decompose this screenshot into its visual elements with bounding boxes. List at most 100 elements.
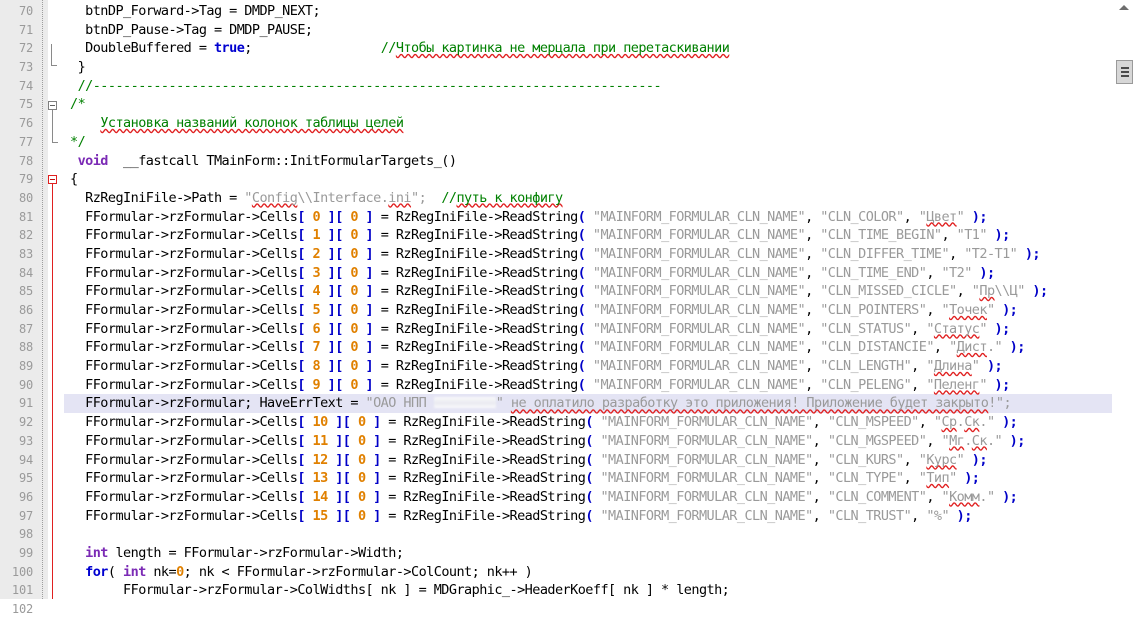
fold-toggle-button[interactable] bbox=[48, 100, 57, 110]
code-token: ( bbox=[577, 358, 593, 375]
code-line[interactable]: FFormular->rzFormular->Cells[ 4 ][ 0 ] =… bbox=[64, 282, 1112, 301]
code-line[interactable]: void __fastcall TMainForm::InitFormularT… bbox=[64, 152, 1112, 171]
code-token: [ bbox=[297, 432, 313, 449]
code-token: ); bbox=[986, 376, 1011, 393]
code-token: "ОАО НПП bbox=[365, 395, 434, 412]
code-token: " bbox=[926, 358, 934, 375]
line-number: 97 bbox=[18, 508, 33, 523]
code-token: , bbox=[911, 376, 927, 393]
code-line[interactable]: FFormular->rzFormular->Cells[ 15 ][ 0 ] … bbox=[64, 507, 1112, 526]
code-token: 4 bbox=[312, 283, 321, 300]
code-token: " bbox=[979, 320, 987, 337]
code-token: ( bbox=[585, 414, 601, 431]
code-token: , bbox=[805, 264, 821, 281]
right-scroll-column[interactable] bbox=[1112, 0, 1136, 599]
code-token: FFormular->rzFormular->Cells bbox=[70, 283, 298, 300]
code-token: , bbox=[933, 339, 950, 356]
code-line[interactable]: */ bbox=[64, 133, 1112, 152]
code-line[interactable]: FFormular->rzFormular->Cells[ 6 ][ 0 ] =… bbox=[64, 320, 1112, 339]
code-token: ] bbox=[357, 264, 374, 281]
line-number: 87 bbox=[18, 321, 33, 336]
code-line[interactable]: btnDP_Forward->Tag = DMDP_NEXT; bbox=[64, 2, 1112, 21]
code-line[interactable]: FFormular->rzFormular->Cells[ 12 ][ 0 ] … bbox=[64, 451, 1112, 470]
code-line[interactable] bbox=[64, 525, 1112, 544]
code-line[interactable]: FFormular->rzFormular->Cells[ 13 ][ 0 ] … bbox=[64, 469, 1112, 488]
scroll-up-arrow-icon[interactable] bbox=[1119, 5, 1129, 10]
code-token: "MAINFORM_FORMULAR_CLN_NAME" bbox=[592, 264, 806, 281]
code-token: не оплатило разработку это приложения! П… bbox=[510, 395, 989, 412]
code-token: FFormular->rzFormular->Cells bbox=[70, 208, 298, 225]
code-token: " bbox=[495, 395, 511, 412]
code-line[interactable]: FFormular->rzFormular->Cells[ 10 ][ 0 ] … bbox=[64, 413, 1112, 432]
code-line[interactable]: Установка названий колонок таблицы целей bbox=[64, 114, 1112, 133]
code-line[interactable]: for( int nk=0; nk < FFormular->rzFormula… bbox=[64, 563, 1112, 582]
code-line[interactable]: RzRegIniFile->Path = "Config\\Interface.… bbox=[64, 189, 1112, 208]
code-token: ); bbox=[994, 414, 1018, 431]
code-token: , bbox=[805, 339, 821, 356]
code-token: 0 bbox=[312, 208, 321, 225]
code-line[interactable]: /* bbox=[64, 95, 1112, 114]
code-token: , bbox=[812, 451, 828, 468]
code-line[interactable]: } bbox=[64, 58, 1112, 77]
code-token: , bbox=[812, 470, 828, 487]
code-token: { bbox=[70, 171, 78, 188]
code-token: 0 bbox=[357, 414, 366, 431]
code-folding-column[interactable] bbox=[48, 0, 64, 599]
code-token: = RzRegIniFile->ReadString bbox=[380, 414, 586, 431]
line-number: 102 bbox=[11, 602, 33, 616]
fold-line bbox=[52, 109, 53, 142]
code-token: = RzRegIniFile->ReadString bbox=[373, 264, 579, 281]
code-line[interactable]: FFormular->rzFormular->Cells[ 1 ][ 0 ] =… bbox=[64, 226, 1112, 245]
code-token: ." bbox=[979, 414, 995, 431]
code-token: ][ bbox=[320, 376, 351, 393]
line-number: 83 bbox=[18, 246, 33, 261]
code-token: "MAINFORM_FORMULAR_CLN_NAME" bbox=[592, 339, 806, 356]
code-token: ] bbox=[357, 245, 374, 262]
code-line[interactable]: FFormular->rzFormular->Cells[ 0 ][ 0 ] =… bbox=[64, 208, 1112, 227]
code-line[interactable]: FFormular->rzFormular->Cells[ 7 ][ 0 ] =… bbox=[64, 338, 1112, 357]
code-token: "%" bbox=[926, 507, 950, 524]
code-token: , bbox=[911, 507, 927, 524]
code-token: "; bbox=[411, 189, 442, 206]
fold-toggle-button[interactable] bbox=[48, 175, 57, 185]
code-token: "T2-T1" bbox=[964, 245, 1018, 262]
code-token: nk= bbox=[145, 563, 177, 580]
code-line[interactable]: FFormular->rzFormular->Cells[ 14 ][ 0 ] … bbox=[64, 488, 1112, 507]
code-token: [ bbox=[297, 320, 313, 337]
code-token: ( bbox=[585, 488, 601, 505]
code-token: = RzRegIniFile->ReadString bbox=[373, 227, 579, 244]
code-token: "MAINFORM_FORMULAR_CLN_NAME" bbox=[592, 358, 806, 375]
code-line[interactable]: int length = FFormular->rzFormular->Widt… bbox=[64, 544, 1112, 563]
code-token: " bbox=[941, 432, 950, 449]
code-token: 0 bbox=[350, 302, 358, 318]
code-token: "CLN_DIFFER_TIME" bbox=[820, 245, 950, 262]
code-token: = RzRegIniFile->ReadString bbox=[380, 432, 586, 449]
code-line[interactable]: FFormular->rzFormular->ColWidths[ nk ] =… bbox=[64, 581, 1112, 599]
code-token: "MAINFORM_FORMULAR_CLN_NAME" bbox=[592, 376, 806, 393]
code-token: Config bbox=[251, 189, 298, 206]
code-line[interactable]: FFormular->rzFormular->Cells[ 2 ][ 0 ] =… bbox=[64, 245, 1112, 264]
code-line[interactable]: FFormular->rzFormular->Cells[ 3 ][ 0 ] =… bbox=[64, 264, 1112, 283]
code-token: ( bbox=[577, 339, 593, 356]
code-token: ] bbox=[357, 283, 374, 300]
code-line[interactable]: FFormular->rzFormular->Cells[ 9 ][ 0 ] =… bbox=[64, 376, 1112, 395]
code-token: = RzRegIniFile->ReadString bbox=[373, 283, 579, 300]
code-line[interactable]: FFormular->rzFormular->Cells[ 5 ][ 0 ] =… bbox=[64, 301, 1112, 320]
bookmark-marker-icon[interactable] bbox=[1116, 60, 1133, 84]
code-token: ] bbox=[357, 376, 374, 393]
code-line[interactable]: FFormular->rzFormular; HaveErrText = "ОА… bbox=[64, 394, 1112, 414]
code-token: 10 bbox=[312, 414, 329, 431]
code-line[interactable]: //--------------------------------------… bbox=[64, 77, 1112, 96]
code-token: ] bbox=[357, 227, 374, 244]
code-token: , bbox=[918, 414, 934, 431]
code-token: Ск bbox=[964, 414, 980, 431]
code-line[interactable]: FFormular->rzFormular->Cells[ 11 ][ 0 ] … bbox=[64, 432, 1112, 451]
code-token: FFormular->rzFormular->Cells bbox=[70, 470, 298, 487]
code-line[interactable]: { bbox=[64, 170, 1112, 189]
code-line[interactable]: FFormular->rzFormular->Cells[ 8 ][ 0 ] =… bbox=[64, 357, 1112, 376]
code-line[interactable]: btnDP_Pause->Tag = DMDP_PAUSE; bbox=[64, 21, 1112, 40]
code-editor[interactable]: 70 71 72 73 74 75 76 77 78 79 80 81 82 83 84 85 86 87 88 89… bbox=[0, 0, 1136, 616]
code-line[interactable]: DoubleBuffered = true; //Чтобы картинка … bbox=[64, 39, 1112, 58]
code-content-area[interactable]: btnDP_Forward->Tag = DMDP_NEXT; btnDP_Pa… bbox=[64, 0, 1112, 599]
